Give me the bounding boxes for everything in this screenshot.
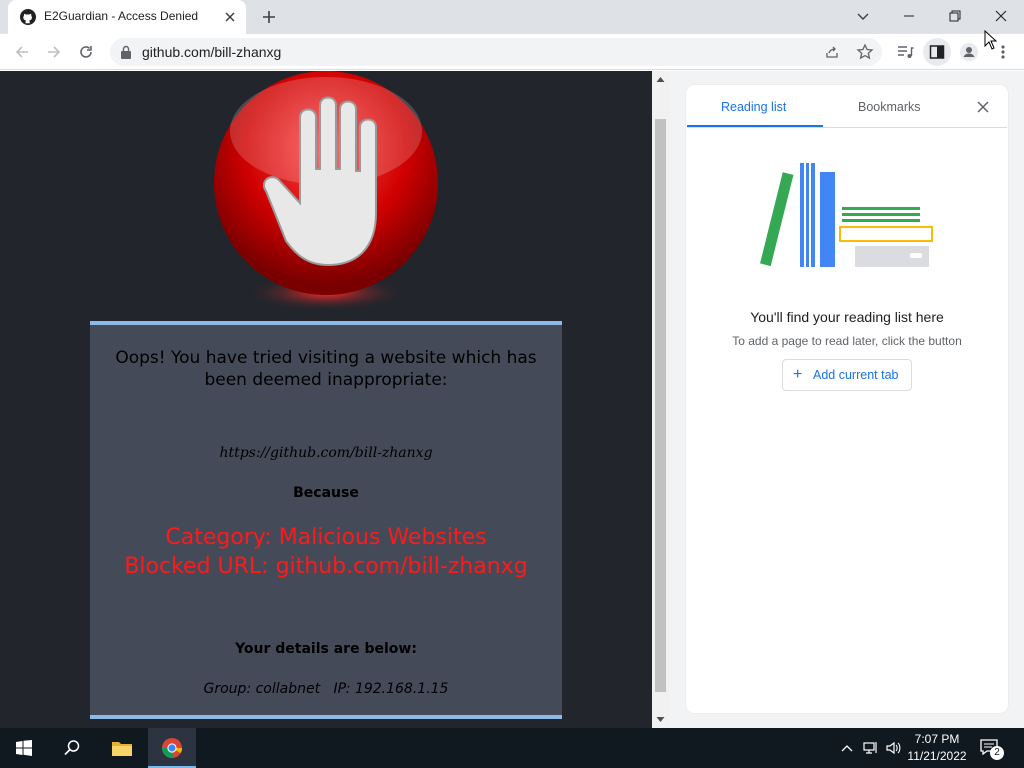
forward-icon[interactable] xyxy=(44,42,64,62)
scroll-up-icon[interactable] xyxy=(656,75,665,84)
details-heading: Your details are below: xyxy=(235,641,417,657)
tab-title: E2Guardian - Access Denied xyxy=(44,9,199,23)
blocked-url-text: Blocked URL: github.com/bill-zhanxg xyxy=(124,554,528,579)
lock-icon[interactable] xyxy=(120,45,132,59)
reload-icon[interactable] xyxy=(76,42,96,62)
page-scrollbar[interactable] xyxy=(652,71,669,728)
block-reason: Category: Malicious Websites Blocked URL… xyxy=(90,523,562,581)
side-panel-button[interactable] xyxy=(923,38,951,66)
reading-list-subtext: To add a page to read later, click the b… xyxy=(732,334,962,348)
chrome-icon xyxy=(161,738,183,759)
tab-search-icon[interactable] xyxy=(853,6,873,26)
share-icon[interactable] xyxy=(824,44,840,60)
folder-icon xyxy=(112,742,132,756)
back-icon[interactable] xyxy=(12,42,32,62)
books-illustration-icon xyxy=(760,163,933,267)
blocked-url: https://github.com/bill-zhanxg xyxy=(219,445,433,461)
add-current-tab-label: Add current tab xyxy=(813,368,899,382)
mouse-cursor-icon xyxy=(984,30,998,50)
taskbar: 7:07 PM 11/21/2022 2 xyxy=(0,728,1024,768)
tab-reading-list[interactable]: Reading list xyxy=(721,100,786,114)
profile-icon[interactable] xyxy=(959,42,979,62)
address-url: github.com/bill-zhanxg xyxy=(142,44,282,60)
scroll-down-icon[interactable] xyxy=(656,715,665,724)
scrollbar-thumb[interactable] xyxy=(655,119,666,692)
notification-count: 2 xyxy=(990,746,1004,760)
clock-date[interactable]: 11/21/2022 xyxy=(902,749,972,763)
tab-strip: E2Guardian - Access Denied xyxy=(0,0,1024,34)
bookmark-star-icon[interactable] xyxy=(856,43,874,61)
address-bar[interactable]: github.com/bill-zhanxg xyxy=(110,38,882,66)
restore-icon[interactable] xyxy=(945,6,965,26)
stop-hand-icon xyxy=(214,71,438,311)
volume-icon[interactable] xyxy=(885,740,901,756)
github-icon xyxy=(20,9,36,25)
add-current-tab-button[interactable]: + Add current tab xyxy=(782,359,912,391)
plus-icon: + xyxy=(793,366,803,383)
file-explorer-button[interactable] xyxy=(98,728,146,768)
close-icon[interactable] xyxy=(222,9,238,25)
search-button[interactable] xyxy=(48,728,96,768)
tab-divider xyxy=(687,127,1007,128)
because-label: Because xyxy=(293,485,359,501)
new-tab-icon[interactable] xyxy=(259,7,279,27)
side-panel: Reading list Bookmarks You'll find your … xyxy=(686,85,1008,713)
tab-bookmarks[interactable]: Bookmarks xyxy=(858,100,921,114)
browser-toolbar: github.com/bill-zhanxg xyxy=(0,34,1024,70)
close-window-icon[interactable] xyxy=(991,6,1011,26)
minimize-icon[interactable] xyxy=(899,6,919,26)
chevron-up-icon[interactable] xyxy=(840,741,854,755)
category-text: Category: Malicious Websites xyxy=(165,525,487,550)
page-title: Oops! You have tried visiting a website … xyxy=(115,348,537,390)
media-controls-icon[interactable] xyxy=(895,42,915,62)
reading-list-headline: You'll find your reading list here xyxy=(750,309,944,325)
blocked-page: Oops! You have tried visiting a website … xyxy=(0,71,652,728)
side-panel-icon xyxy=(929,45,945,59)
notifications-button[interactable]: 2 xyxy=(976,736,1006,760)
group-ip-line: Group: collabnet IP: 192.168.1.15 xyxy=(203,681,449,697)
clock-time[interactable]: 7:07 PM xyxy=(902,732,972,746)
network-icon[interactable] xyxy=(863,740,879,756)
browser-tab[interactable]: E2Guardian - Access Denied xyxy=(8,0,246,34)
active-tab-indicator xyxy=(687,125,823,127)
start-button[interactable] xyxy=(0,728,48,768)
chrome-taskbar-button[interactable] xyxy=(148,728,196,768)
access-denied-box: Oops! You have tried visiting a website … xyxy=(90,321,562,719)
close-panel-icon[interactable] xyxy=(976,100,990,114)
search-icon xyxy=(64,740,80,756)
windows-icon xyxy=(16,740,32,756)
